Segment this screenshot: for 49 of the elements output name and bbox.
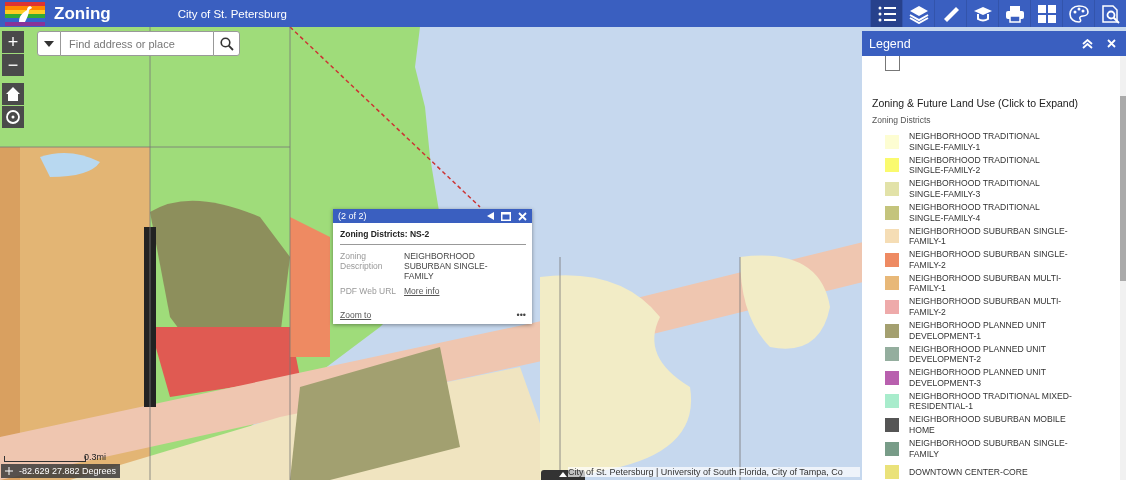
home-button[interactable] (2, 83, 24, 105)
field-label: Zoning Description (340, 251, 384, 273)
search-button[interactable] (213, 31, 240, 56)
layer-title[interactable]: Zoning & Future Land Use (Click to Expand) (872, 97, 1112, 109)
layer-checkbox[interactable] (885, 56, 900, 71)
legend-label: NEIGHBORHOOD SUBURBAN SINGLE-FAMILY-2 (909, 249, 1069, 271)
maximize-icon[interactable] (501, 211, 511, 221)
caret-icon (559, 472, 567, 477)
search-source-dropdown[interactable] (37, 31, 61, 56)
legend-label: NEIGHBORHOOD TRADITIONAL MIXED-RESIDENTIAL-1 (909, 390, 1073, 412)
caret-icon (44, 40, 54, 47)
legend-subtitle: Zoning Districts (872, 115, 932, 125)
search-field[interactable]: Find address or place (61, 31, 213, 56)
legend-icon[interactable] (870, 0, 902, 27)
close-icon[interactable] (518, 211, 527, 221)
more-info-link[interactable]: More info (404, 286, 440, 296)
field-value: NEIGHBORHOOD SUBURBAN SINGLE-FAMILY (404, 251, 489, 281)
search-icon (219, 36, 234, 51)
zoom-to-link[interactable]: Zoom to (340, 310, 372, 320)
previous-icon[interactable] (487, 212, 494, 220)
collapse-icon[interactable] (1082, 38, 1093, 49)
legend-label: DOWNTOWN CENTER-CORE (909, 466, 1029, 478)
close-icon[interactable] (1107, 39, 1116, 48)
legend-label: NEIGHBORHOOD SUBURBAN MULTI-FAMILY-2 (909, 296, 1063, 318)
legend-label: NEIGHBORHOOD SUBURBAN MULTI-FAMILY-1 (909, 272, 1063, 294)
city-name: City of St. Petersburg (177, 7, 287, 20)
legend-label: NEIGHBORHOOD SUBURBAN MOBILE HOME (909, 414, 1067, 436)
app-title: Zoning (54, 3, 111, 24)
zoom-in-button[interactable]: + (2, 31, 24, 53)
legend-label: NEIGHBORHOOD SUBURBAN SINGLE-FAMILY (909, 438, 1069, 459)
coordinates-text: -82.629 27.882 Degrees (19, 466, 117, 476)
popup-title: Zoning Districts: NS-2 (340, 229, 526, 245)
legend-label: NEIGHBORHOOD PLANNED UNIT DEVELOPMENT-3 (909, 367, 1047, 389)
zoom-out-button[interactable]: − (2, 54, 24, 76)
scale-label: 0.3mi (84, 452, 106, 462)
legend-title: Legend (869, 36, 911, 51)
legend-label: NEIGHBORHOOD TRADITIONAL SINGLE-FAMILY-1 (909, 131, 1041, 153)
legend-label: NEIGHBORHOOD TRADITIONAL SINGLE-FAMILY-2 (909, 154, 1041, 176)
legend-label: NEIGHBORHOOD TRADITIONAL SINGLE-FAMILY-3 (909, 178, 1041, 200)
legend-label: NEIGHBORHOOD TRADITIONAL SINGLE-FAMILY-4 (909, 202, 1041, 224)
locate-button[interactable] (2, 106, 24, 128)
popup-pager: (2 of 2) (338, 211, 367, 221)
crosshair-icon (5, 467, 13, 475)
field-label: PDF Web URL (340, 286, 398, 296)
more-actions-button[interactable]: ••• (516, 310, 526, 320)
legend-label: NEIGHBORHOOD PLANNED UNIT DEVELOPMENT-1 (909, 320, 1047, 342)
legend-label: NEIGHBORHOOD PLANNED UNIT DEVELOPMENT-2 (909, 343, 1047, 365)
scrollbar[interactable] (1120, 56, 1126, 480)
legend-label: NEIGHBORHOOD SUBURBAN SINGLE-FAMILY-1 (909, 225, 1069, 247)
